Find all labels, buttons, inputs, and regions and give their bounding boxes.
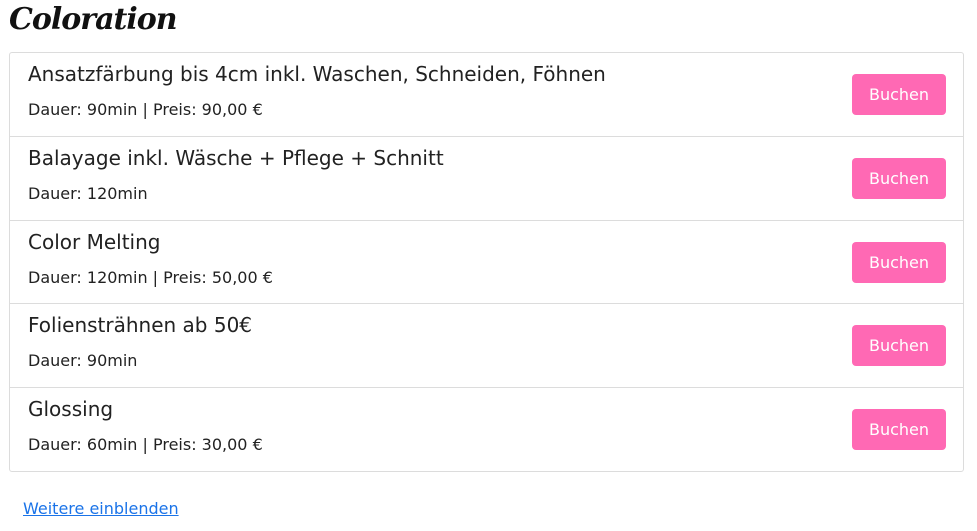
service-name: Ansatzfärbung bis 4cm inkl. Waschen, Sch… <box>28 62 606 86</box>
service-meta: Dauer: 90min | Preis: 90,00 € <box>28 100 263 119</box>
book-button[interactable]: Buchen <box>852 241 946 283</box>
service-name: Glossing <box>28 397 114 422</box>
service-meta: Dauer: 120min <box>28 183 148 203</box>
book-button[interactable]: Buchen <box>852 409 946 451</box>
service-name: Color Melting <box>28 229 161 254</box>
service-row: Color Melting Dauer: 120min | Preis: 50,… <box>10 221 963 305</box>
service-row: Foliensträhnen ab 50€ Dauer: 90min Buche… <box>10 304 963 389</box>
service-meta: Dauer: 120min | Preis: 50,00 € <box>28 267 273 287</box>
service-list: Ansatzfärbung bis 4cm inkl. Waschen, Sch… <box>9 52 964 472</box>
service-meta: Dauer: 60min | Preis: 30,00 € <box>28 435 263 455</box>
service-name: Foliensträhnen ab 50€ <box>28 313 253 338</box>
service-name: Balayage inkl. Wäsche + Pflege + Schnitt <box>28 145 444 170</box>
service-row: Glossing Dauer: 60min | Preis: 30,00 € B… <box>10 388 963 471</box>
book-button[interactable]: Buchen <box>852 157 946 199</box>
book-button[interactable]: Buchen <box>852 325 946 367</box>
section-title: Coloration <box>9 2 178 37</box>
service-meta: Dauer: 90min <box>28 351 138 371</box>
page: Coloration Ansatzfärbung bis 4cm inkl. W… <box>0 0 977 531</box>
service-row: Balayage inkl. Wäsche + Pflege + Schnitt… <box>10 137 963 221</box>
book-button[interactable]: Buchen <box>852 74 946 115</box>
service-row: Ansatzfärbung bis 4cm inkl. Waschen, Sch… <box>10 53 963 137</box>
show-more-link[interactable]: Weitere einblenden <box>23 499 179 518</box>
